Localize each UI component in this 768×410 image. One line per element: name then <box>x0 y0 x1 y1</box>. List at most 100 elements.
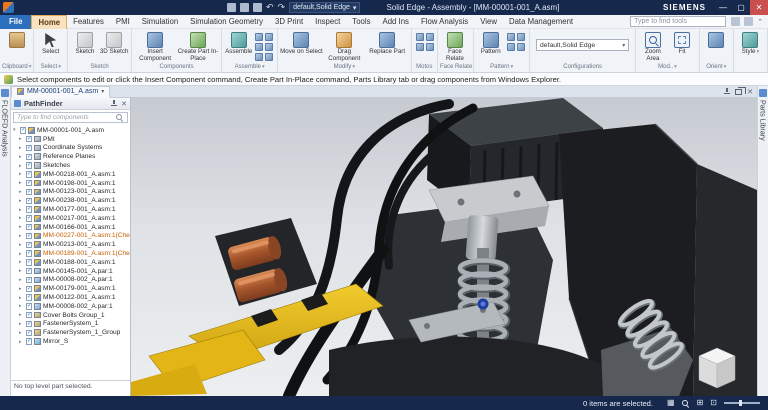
group-label-assemble[interactable]: Assemble <box>222 63 277 72</box>
group-label-face-relate[interactable]: Face Relate <box>438 63 473 72</box>
group-label-sketch[interactable]: Sketch <box>68 63 130 72</box>
blue-bolt[interactable] <box>478 299 489 310</box>
tab-home[interactable]: Home <box>31 15 67 29</box>
pathfinder-item[interactable]: FastenerSystem_1 <box>11 320 130 329</box>
tab-file[interactable]: File <box>0 15 31 29</box>
expand-icon[interactable] <box>19 145 24 151</box>
view-cube[interactable] <box>699 348 735 388</box>
pathfinder-item[interactable]: MM-00179-001_A.asm:1 <box>11 284 130 293</box>
pin-icon[interactable] <box>723 88 730 96</box>
zoom-icon[interactable] <box>682 399 690 407</box>
visibility-checkbox[interactable] <box>26 215 32 221</box>
help-icon[interactable] <box>744 17 753 26</box>
paste-button[interactable] <box>2 31 31 48</box>
visibility-checkbox[interactable] <box>26 180 32 186</box>
assemble-button[interactable]: Assemble <box>224 31 253 56</box>
expand-icon[interactable] <box>19 171 24 177</box>
base-fender[interactable] <box>329 337 603 396</box>
tab-simulation[interactable]: Simulation <box>136 15 184 29</box>
expand-icon[interactable] <box>19 180 24 186</box>
assemble-tool-icon[interactable] <box>265 43 273 51</box>
tab-inspect[interactable]: Inspect <box>309 15 346 29</box>
assemble-tool-icon[interactable] <box>255 43 263 51</box>
dock-parts-library[interactable]: Parts Library <box>757 86 768 396</box>
visibility-checkbox[interactable] <box>26 303 32 309</box>
close-panel-icon[interactable]: ✕ <box>121 100 127 108</box>
pathfinder-item[interactable]: MM-00213-001_A.asm:1 <box>11 240 130 249</box>
insert-component-button[interactable]: Insert Component <box>134 31 177 63</box>
redo-icon[interactable]: ↷ <box>278 3 286 12</box>
group-label-configurations[interactable]: Configurations <box>530 63 635 72</box>
visibility-checkbox[interactable] <box>26 206 32 212</box>
group-label-mod[interactable]: Mod.. <box>636 63 698 72</box>
motor-tool-icon[interactable] <box>416 33 424 41</box>
fit-view-icon[interactable]: ⊡ <box>710 398 717 408</box>
motor-tool-icon[interactable] <box>416 43 424 51</box>
pathfinder-item[interactable]: MM-00198-001_A.asm:1 <box>11 179 130 188</box>
assemble-tool-icon[interactable] <box>265 53 273 61</box>
style-button[interactable]: Style <box>736 31 765 56</box>
visibility-checkbox[interactable] <box>26 145 32 151</box>
pathfinder-item[interactable]: MM-00008-002_A.par:1 <box>11 302 130 311</box>
pathfinder-item[interactable]: MM-00122-001_A.asm:1 <box>11 293 130 302</box>
expand-icon[interactable] <box>19 277 24 283</box>
zoom-area-icon[interactable]: ⊞ <box>697 398 704 408</box>
pattern-tool-icon[interactable] <box>507 33 515 41</box>
visibility-checkbox[interactable] <box>26 189 32 195</box>
visibility-checkbox[interactable] <box>26 259 32 265</box>
visibility-checkbox[interactable] <box>26 294 32 300</box>
replace-part-button[interactable]: Replace Part <box>366 31 409 56</box>
visibility-checkbox[interactable] <box>26 250 32 256</box>
visibility-checkbox[interactable] <box>26 233 32 239</box>
expand-icon[interactable] <box>19 259 24 265</box>
expand-icon[interactable] <box>19 295 24 301</box>
pin-icon[interactable] <box>110 100 117 108</box>
create-part-in-place-button[interactable]: Create Part In-Place <box>177 31 220 63</box>
visibility-checkbox[interactable] <box>26 242 32 248</box>
pathfinder-item[interactable]: MM-00177-001_A.asm:1 <box>11 205 130 214</box>
group-label-modify[interactable]: Modify <box>278 63 411 72</box>
expand-icon[interactable] <box>19 339 24 345</box>
visibility-checkbox[interactable] <box>26 136 32 142</box>
expand-icon[interactable] <box>19 198 24 204</box>
pathfinder-item[interactable]: FastenerSystem_1_Group <box>11 328 130 337</box>
expand-icon[interactable] <box>19 303 24 309</box>
tab-tools[interactable]: Tools <box>346 15 376 29</box>
open-document-icon[interactable] <box>240 3 249 12</box>
group-label-motos[interactable]: Motos <box>412 63 437 72</box>
assemble-tool-icon[interactable] <box>255 53 263 61</box>
group-label-components[interactable]: Components <box>132 63 222 72</box>
undo-icon[interactable]: ↶ <box>266 3 274 12</box>
sketch-button[interactable]: Sketch <box>70 31 99 56</box>
expand-icon[interactable] <box>19 242 24 248</box>
visibility-checkbox[interactable] <box>26 330 32 336</box>
restore-button[interactable]: ▢ <box>732 0 750 15</box>
tab-data-management[interactable]: Data Management <box>503 15 579 29</box>
save-icon[interactable] <box>253 3 262 12</box>
expand-icon[interactable] <box>19 136 24 142</box>
pathfinder-item[interactable]: MM-00238-001_A.asm:1 <box>11 196 130 205</box>
tab-add-ins[interactable]: Add Ins <box>377 15 415 29</box>
pathfinder-item[interactable]: MM-00123-001_A.asm:1 <box>11 188 130 197</box>
pattern-tool-icon[interactable] <box>517 43 525 51</box>
expand-icon[interactable] <box>19 312 24 318</box>
visibility-checkbox[interactable] <box>26 286 32 292</box>
expand-icon[interactable] <box>19 321 24 327</box>
visibility-checkbox[interactable] <box>26 268 32 274</box>
close-button[interactable]: ✕ <box>750 0 768 15</box>
drag-component-button[interactable]: Drag Component <box>323 31 366 63</box>
tab-simulation-geometry[interactable]: Simulation Geometry <box>184 15 269 29</box>
assemble-tool-icon[interactable] <box>255 33 263 41</box>
minimize-button[interactable]: — <box>714 0 732 15</box>
motor-tool-icon[interactable] <box>426 33 434 41</box>
3d-viewport[interactable] <box>131 98 757 396</box>
visibility-checkbox[interactable] <box>20 127 26 133</box>
orient-button[interactable] <box>702 31 731 48</box>
face-relate-button[interactable]: Face Relate <box>440 31 470 63</box>
group-label-orient[interactable]: Orient <box>700 63 733 72</box>
pattern-tool-icon[interactable] <box>517 33 525 41</box>
pathfinder-item[interactable]: Mirror_S <box>11 337 130 346</box>
tab-3d-print[interactable]: 3D Print <box>269 15 309 29</box>
expand-icon[interactable] <box>19 163 24 169</box>
chevron-down-icon[interactable]: ▾ <box>101 88 104 95</box>
